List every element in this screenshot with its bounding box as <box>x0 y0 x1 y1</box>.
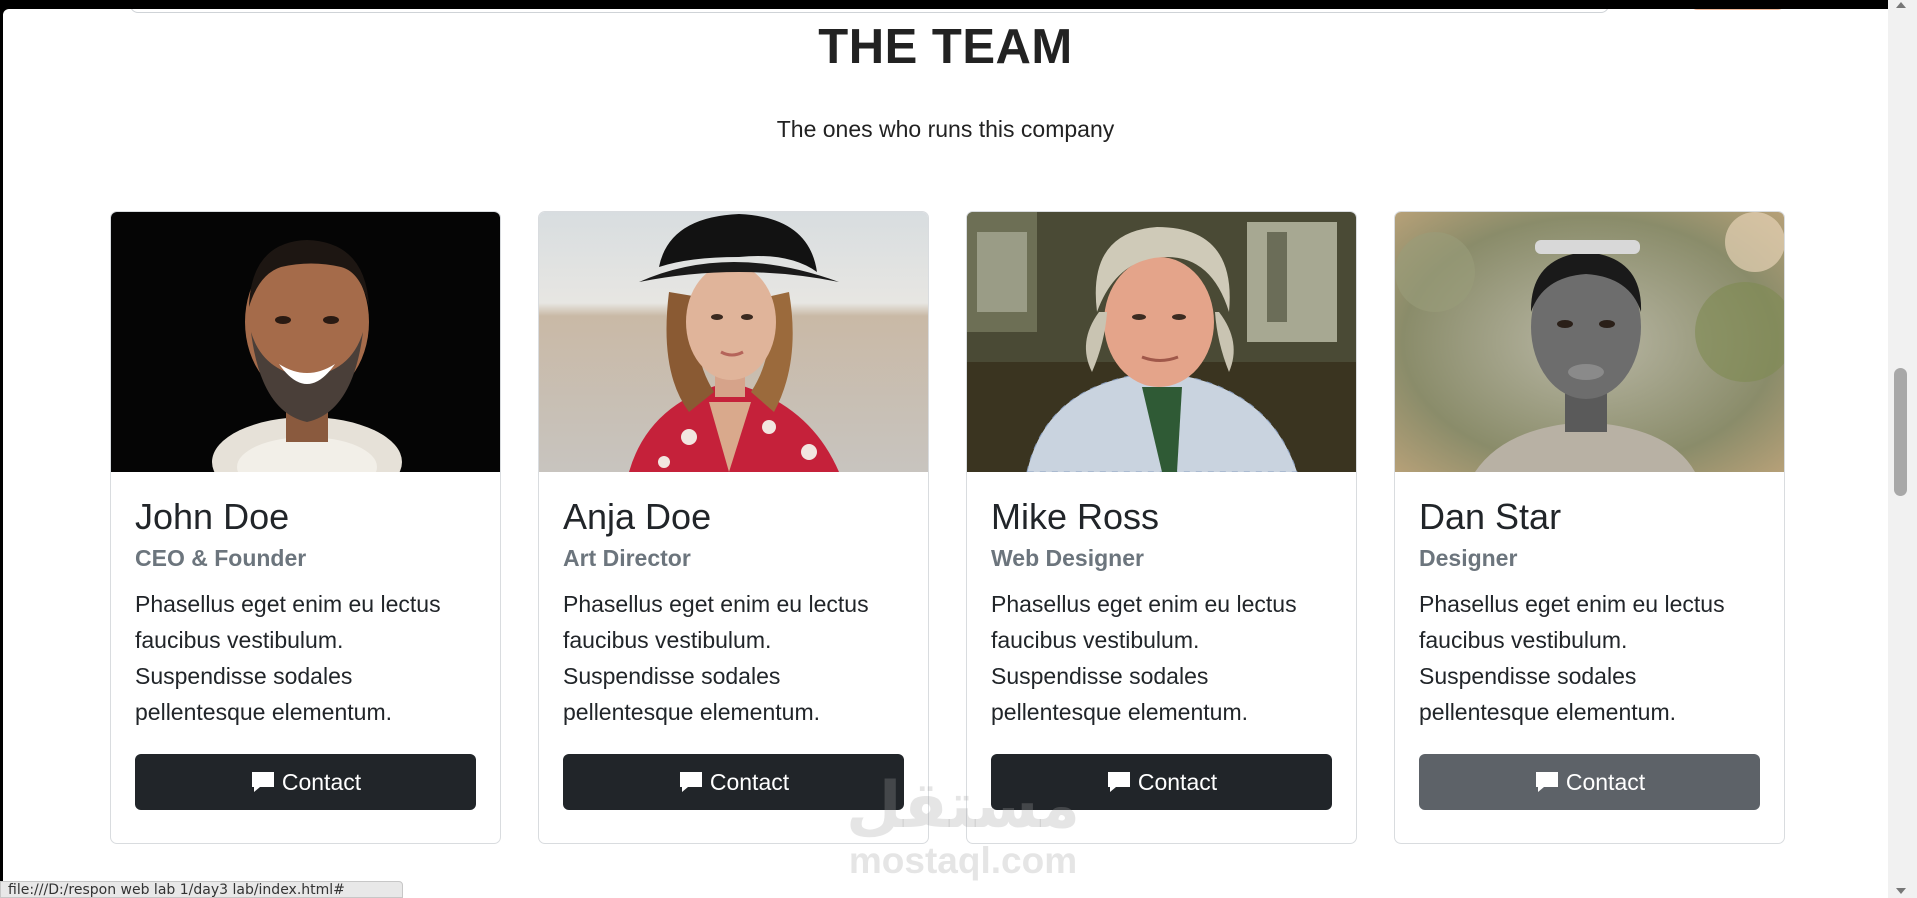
page-viewport: THE TEAM The ones who runs this company … <box>3 9 1888 898</box>
member-role: CEO & Founder <box>135 545 307 571</box>
contact-button[interactable]: Contact <box>1419 754 1760 810</box>
scroll-up-arrow-icon[interactable] <box>1896 2 1906 8</box>
contact-button[interactable]: Contact <box>563 754 904 810</box>
member-role: Designer <box>1419 545 1518 571</box>
member-description: Phasellus eget enim eu lectus faucibus v… <box>563 591 869 725</box>
team-card-dan-star: Dan Star Designer Phasellus eget enim eu… <box>1394 211 1785 844</box>
search-input[interactable] <box>130 9 1609 13</box>
section-subtitle: The ones who runs this company <box>776 116 1115 142</box>
member-role: Web Designer <box>991 545 1144 571</box>
member-description: Phasellus eget enim eu lectus faucibus v… <box>1419 591 1725 725</box>
scrollbar-thumb[interactable] <box>1894 368 1907 496</box>
contact-button[interactable]: Contact <box>135 754 476 810</box>
team-card-anja-doe: Anja Doe Art Director Phasellus eget eni… <box>538 211 929 844</box>
chat-bubble-icon <box>1107 772 1130 792</box>
member-description: Phasellus eget enim eu lectus faucibus v… <box>991 591 1297 725</box>
member-photo <box>967 212 1356 472</box>
team-card-john-doe: John Doe CEO & Founder Phasellus eget en… <box>110 211 501 844</box>
status-bar-url: file:///D:/respon web lab 1/day3 lab/ind… <box>0 881 403 898</box>
contact-button-label: Contact <box>1565 768 1646 795</box>
search-button[interactable] <box>1691 9 1784 10</box>
team-card-mike-ross: Mike Ross Web Designer Phasellus eget en… <box>966 211 1357 844</box>
member-name: Dan Star <box>1419 496 1562 537</box>
scroll-down-arrow-icon[interactable] <box>1896 888 1906 894</box>
contact-button-label: Contact <box>1137 768 1218 795</box>
watermark-latin: mostaql.com <box>848 840 1078 881</box>
member-name: Anja Doe <box>563 496 712 537</box>
member-name: John Doe <box>135 496 290 537</box>
member-role: Art Director <box>563 545 691 571</box>
member-photo <box>539 212 928 472</box>
chat-bubble-icon <box>1535 772 1558 792</box>
contact-button[interactable]: Contact <box>991 754 1332 810</box>
chat-bubble-icon <box>679 772 702 792</box>
chat-bubble-icon <box>251 772 274 792</box>
member-photo <box>111 212 500 472</box>
section-title: THE TEAM <box>818 20 1073 74</box>
contact-button-label: Contact <box>709 768 790 795</box>
member-photo <box>1395 212 1784 472</box>
member-name: Mike Ross <box>991 496 1160 537</box>
contact-button-label: Contact <box>281 768 362 795</box>
member-description: Phasellus eget enim eu lectus faucibus v… <box>135 591 441 725</box>
